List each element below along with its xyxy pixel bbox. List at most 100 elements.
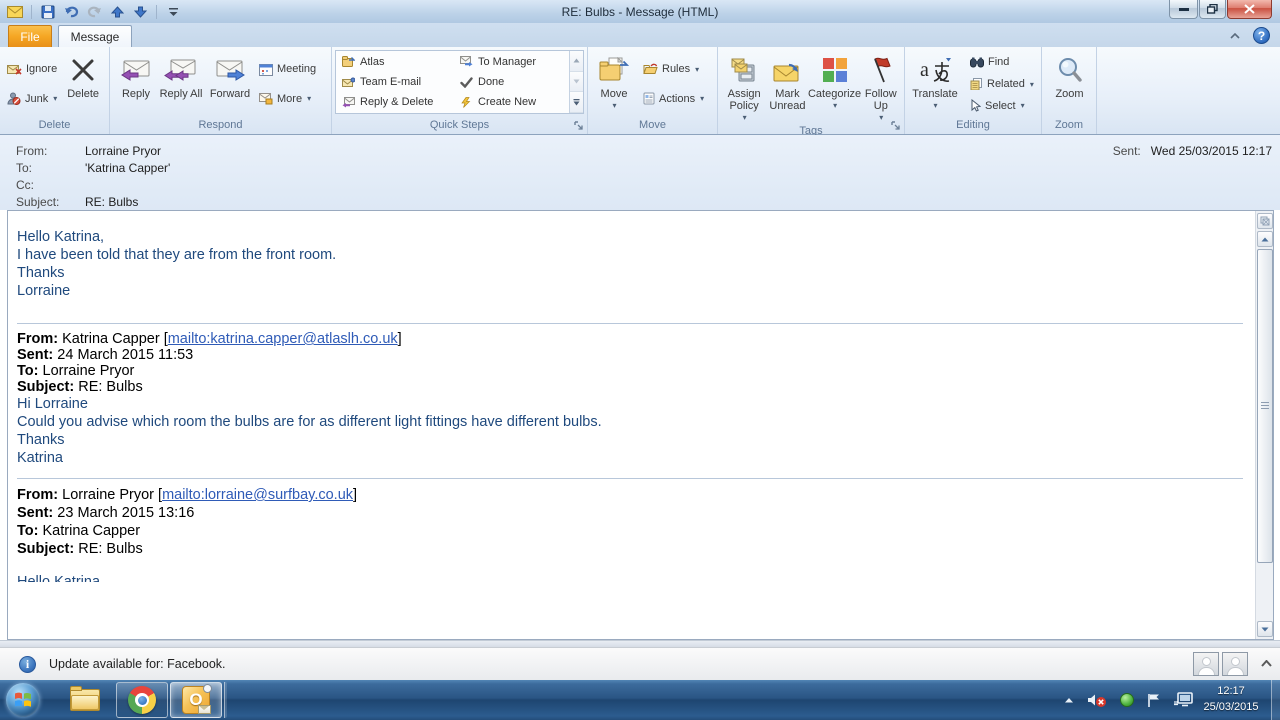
gallery-more-icon[interactable] xyxy=(570,92,583,113)
ignore-button[interactable]: Ignore xyxy=(4,59,60,80)
tray-expand-icon[interactable] xyxy=(1064,697,1074,703)
mailto-link[interactable]: mailto:lorraine@surfbay.co.uk xyxy=(162,487,353,503)
lightning-icon xyxy=(460,97,473,108)
forward-icon xyxy=(214,52,246,88)
reply-all-button[interactable]: Reply All xyxy=(158,50,204,118)
subject-label: Subject: xyxy=(16,195,85,209)
actions-button[interactable]: Actions ▾ xyxy=(640,88,707,109)
vertical-scrollbar[interactable] xyxy=(1255,211,1273,639)
to-label: To: xyxy=(16,161,85,175)
follow-up-button[interactable]: Follow Up ▾ xyxy=(861,50,901,124)
tab-file[interactable]: File xyxy=(8,25,52,47)
message-body[interactable]: Hello Katrina, I have been told that the… xyxy=(8,211,1255,639)
network-icon[interactable] xyxy=(1174,692,1194,708)
chevron-down-icon: ▾ xyxy=(53,94,57,103)
save-icon[interactable] xyxy=(39,3,57,21)
quoted-to-line: To: Lorraine Pryor xyxy=(17,363,1243,379)
ribbon-group-delete: Ignore Junk ▾ xyxy=(0,47,110,134)
gallery-scroll-down-icon[interactable] xyxy=(570,72,583,93)
quick-step-to-manager[interactable]: To Manager xyxy=(460,52,564,71)
body-line: Thanks xyxy=(17,264,1255,282)
minimize-ribbon-icon[interactable] xyxy=(1227,28,1243,44)
previous-item-icon[interactable] xyxy=(108,3,126,21)
quick-step-team-email[interactable]: Team E-mail xyxy=(342,73,452,92)
reply-delete-icon xyxy=(342,97,355,108)
ribbon-group-editing: a Translate ▾ Find xyxy=(905,47,1042,134)
quoted-subject-line: Subject: RE: Bulbs xyxy=(17,379,1243,395)
tray-status-icon[interactable] xyxy=(1120,693,1134,707)
quick-steps-dialog-launcher-icon[interactable] xyxy=(574,121,585,132)
quick-step-done[interactable]: Done xyxy=(460,73,564,92)
select-button[interactable]: Select ▾ xyxy=(967,96,1037,115)
find-button[interactable]: Find xyxy=(967,53,1037,72)
zoom-button[interactable]: Zoom xyxy=(1047,50,1093,118)
scrollbar-thumb[interactable] xyxy=(1257,249,1273,563)
reply-all-icon xyxy=(164,52,198,88)
translate-button[interactable]: a Translate ▾ xyxy=(909,50,961,118)
move-button[interactable]: Move ▾ xyxy=(592,50,636,118)
restore-button[interactable] xyxy=(1199,0,1226,19)
people-pane-splitter[interactable] xyxy=(0,640,1280,647)
start-button[interactable] xyxy=(6,683,40,717)
scrollbar-top-button[interactable] xyxy=(1257,213,1273,229)
tab-message[interactable]: Message xyxy=(58,25,132,47)
taskbar-explorer-button[interactable] xyxy=(62,682,108,718)
reading-pane: Hello Katrina, I have been told that the… xyxy=(7,210,1274,640)
avatar-placeholder[interactable] xyxy=(1193,652,1219,676)
mark-unread-button[interactable]: Mark Unread xyxy=(766,50,808,124)
help-icon[interactable]: ? xyxy=(1253,27,1270,44)
next-item-icon[interactable] xyxy=(131,3,149,21)
scroll-up-icon[interactable] xyxy=(1257,231,1273,247)
ribbon-group-move: Move ▾ Rules ▾ xyxy=(588,47,718,134)
mailto-link[interactable]: mailto:katrina.capper@atlaslh.co.uk xyxy=(168,331,398,347)
scroll-down-icon[interactable] xyxy=(1257,621,1273,637)
customize-quick-access-icon[interactable] xyxy=(164,3,182,21)
quick-step-atlas[interactable]: Atlas xyxy=(342,52,452,71)
quoted-subject-line: Subject: RE: Bulbs xyxy=(17,540,1243,558)
quoted-from-line: From: Katrina Capper [mailto:katrina.cap… xyxy=(17,331,1243,347)
undo-icon[interactable] xyxy=(62,3,80,21)
reply-button[interactable]: Reply xyxy=(114,50,158,118)
rules-icon xyxy=(643,63,658,75)
taskbar-stacked-window-edge[interactable] xyxy=(224,682,227,718)
people-pane-expand-icon[interactable] xyxy=(1261,660,1272,667)
rules-button[interactable]: Rules ▾ xyxy=(640,59,707,80)
taskbar-outlook-button[interactable]: O xyxy=(170,682,222,718)
quick-step-create-new[interactable]: Create New xyxy=(460,93,564,112)
quoted-from-line: From: Lorraine Pryor [mailto:lorraine@su… xyxy=(17,486,1243,504)
more-respond-button[interactable]: More ▾ xyxy=(256,88,319,109)
from-value[interactable]: Lorraine Pryor xyxy=(85,144,161,158)
ribbon-tab-row: File Message ? xyxy=(0,23,1280,47)
quick-step-reply-delete[interactable]: Reply & Delete xyxy=(342,93,452,112)
chevron-down-icon: ▾ xyxy=(933,100,937,112)
chevron-down-icon: ▾ xyxy=(879,112,883,124)
action-center-flag-icon[interactable] xyxy=(1147,693,1161,708)
meeting-button[interactable]: Meeting xyxy=(256,59,319,80)
taskbar-chrome-button[interactable] xyxy=(116,682,168,718)
quick-steps-gallery: Atlas Team E-mail Reply & Delete xyxy=(335,50,584,114)
system-tray xyxy=(1064,680,1194,720)
follow-up-flag-icon xyxy=(869,52,893,88)
taskbar-clock[interactable]: 12:17 25/03/2015 xyxy=(1196,683,1266,715)
junk-button[interactable]: Junk ▾ xyxy=(4,88,60,109)
related-button[interactable]: Related ▾ xyxy=(967,75,1037,94)
delete-button[interactable]: Delete xyxy=(60,50,106,118)
from-label: From: xyxy=(16,144,85,158)
group-label-respond: Respond xyxy=(110,118,331,134)
volume-muted-icon[interactable] xyxy=(1087,692,1107,708)
categorize-button[interactable]: Categorize ▾ xyxy=(809,50,861,124)
tags-dialog-launcher-icon[interactable] xyxy=(891,121,902,132)
to-value[interactable]: 'Katrina Capper' xyxy=(85,161,170,175)
assign-policy-button[interactable]: Assign Policy ▾ xyxy=(722,50,766,124)
gallery-scroll-up-icon[interactable] xyxy=(570,51,583,72)
forward-button[interactable]: Forward xyxy=(204,50,256,118)
minimize-button[interactable] xyxy=(1169,0,1198,19)
explorer-icon xyxy=(70,689,100,711)
show-desktop-button[interactable] xyxy=(1271,680,1280,720)
outlook-app-icon[interactable] xyxy=(6,3,24,21)
close-button[interactable] xyxy=(1227,0,1272,19)
avatar-placeholder[interactable] xyxy=(1222,652,1248,676)
mark-unread-icon xyxy=(772,52,802,88)
chevron-down-icon: ▾ xyxy=(695,65,699,74)
checkmark-icon xyxy=(460,77,473,88)
